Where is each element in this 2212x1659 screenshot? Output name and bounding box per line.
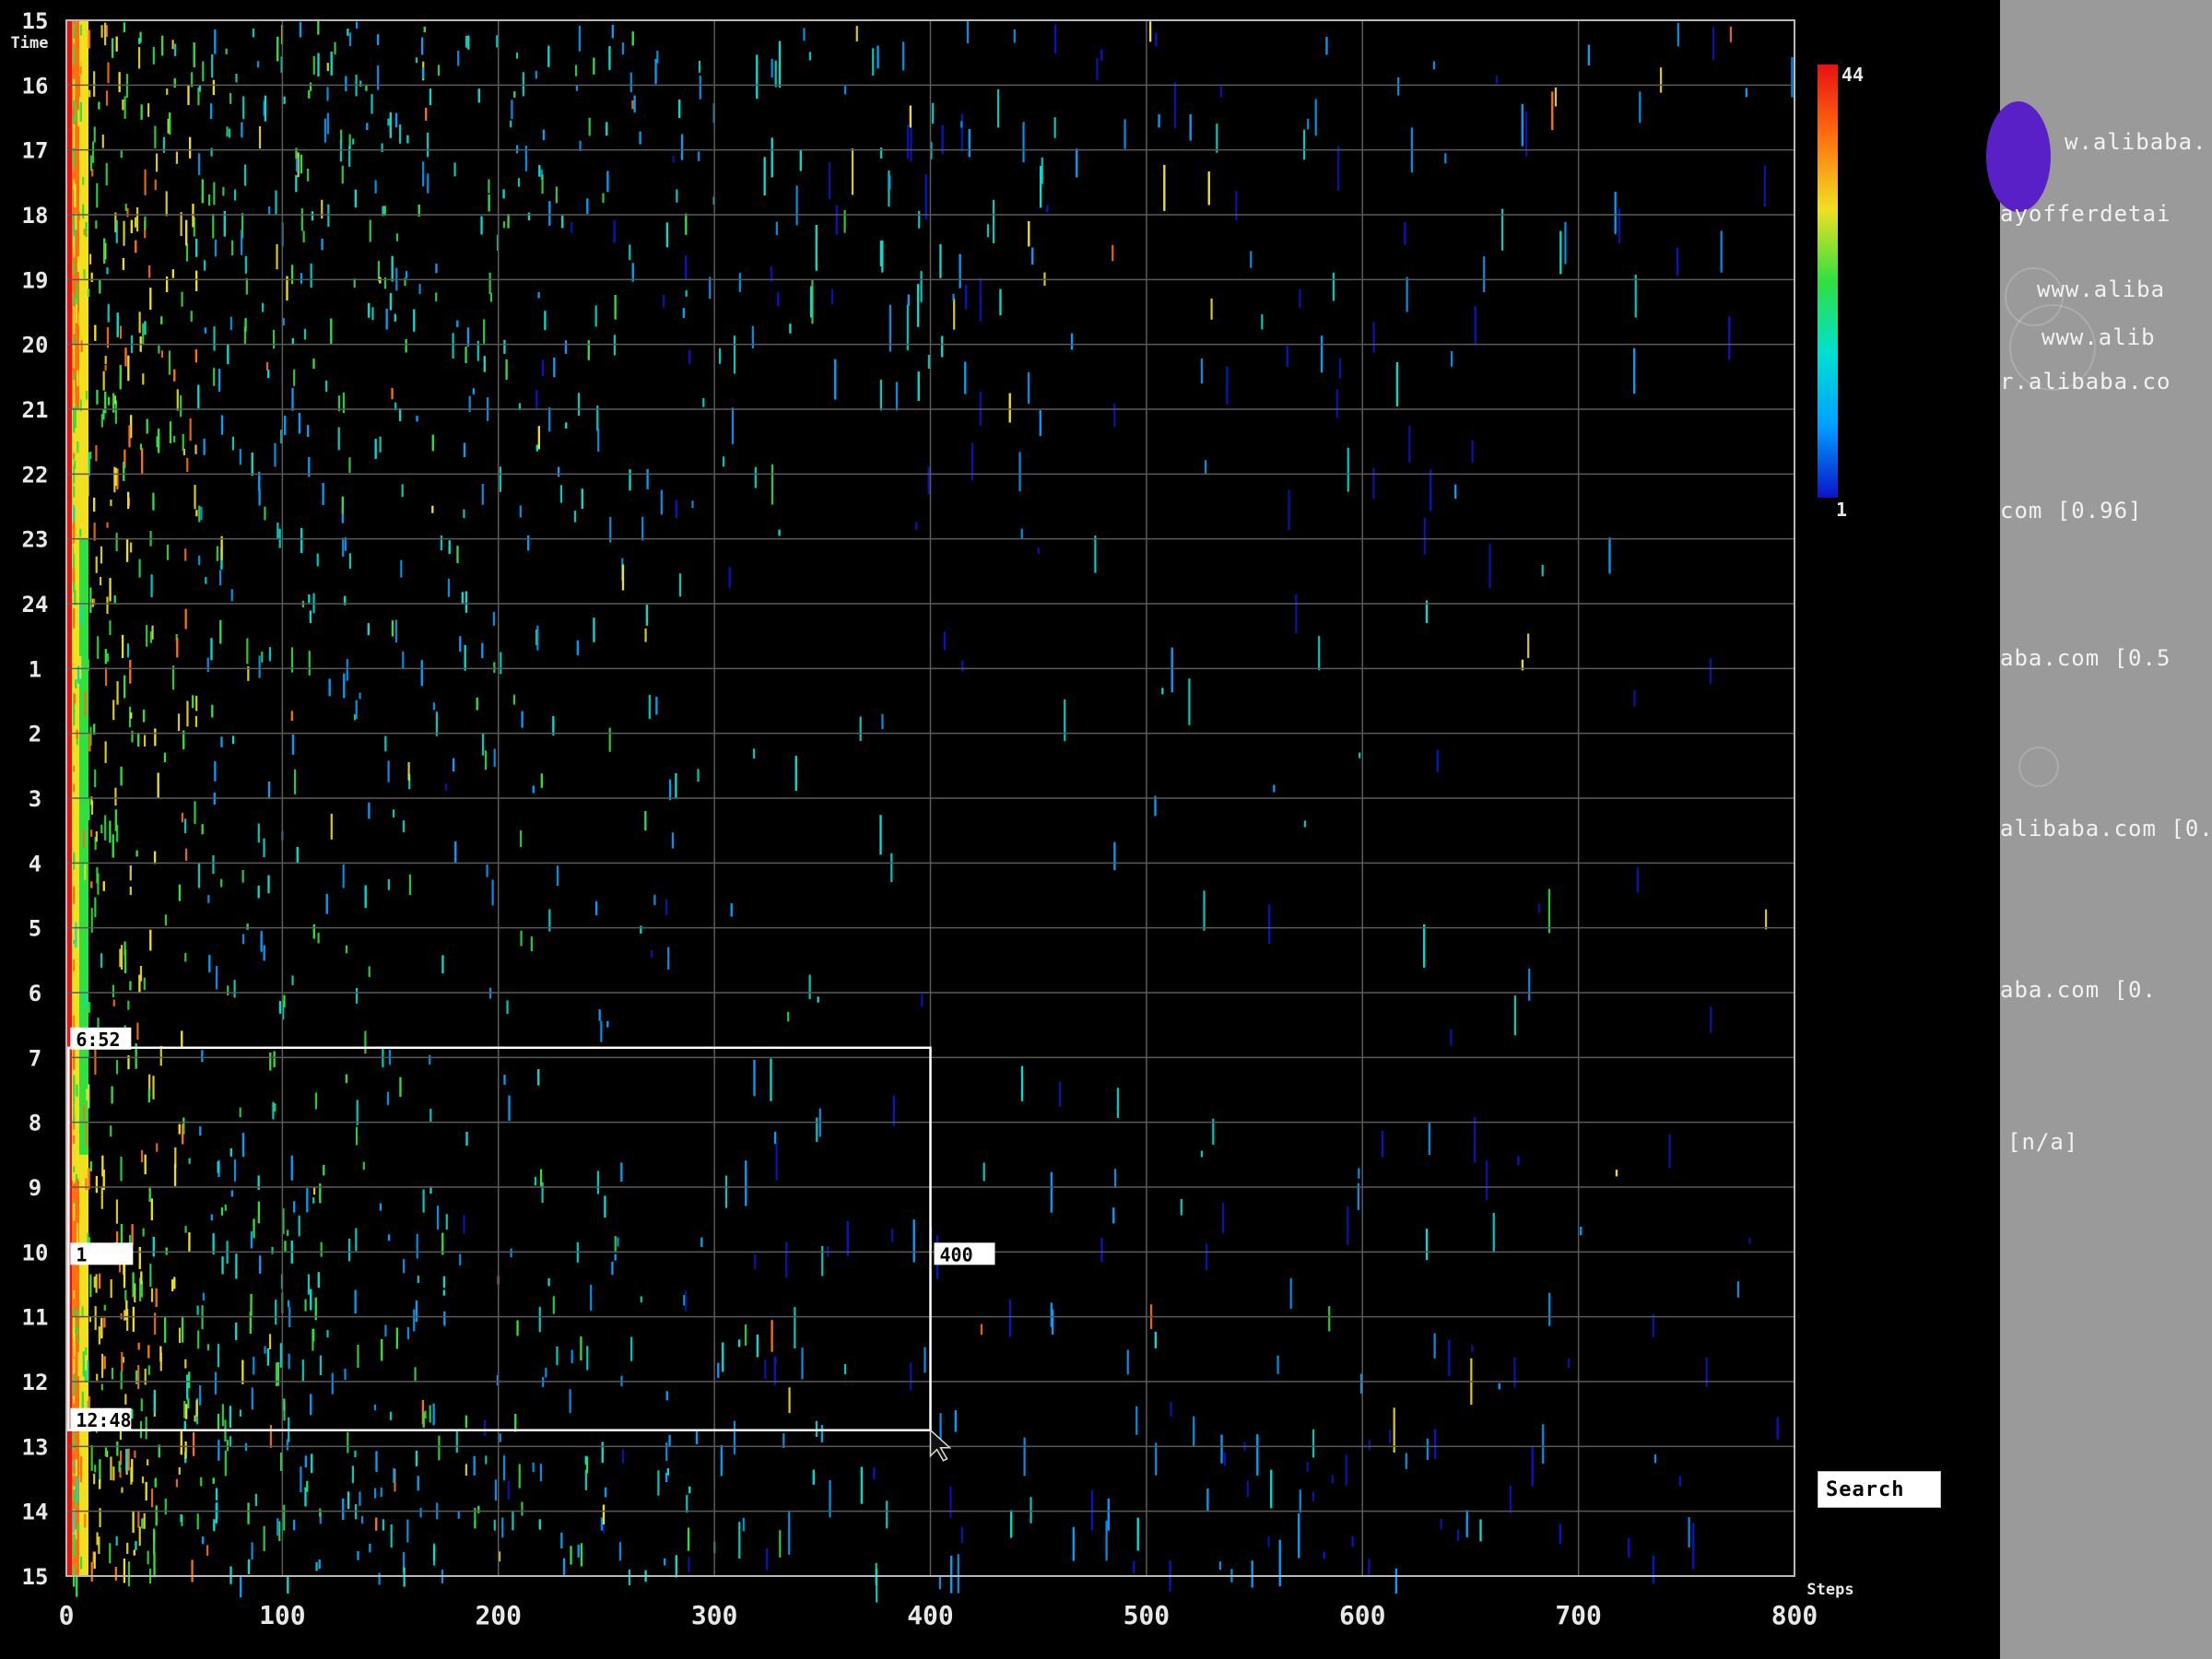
- y-tick-label: 19: [22, 267, 49, 293]
- y-tick-label: 18: [22, 203, 49, 229]
- y-tick-label: 13: [22, 1434, 49, 1460]
- y-tick-label: 16: [22, 73, 49, 99]
- side-panel-label[interactable]: aba.com [0.: [2000, 977, 2157, 1003]
- y-tick-label: 17: [22, 138, 49, 164]
- y-tick-label: 2: [29, 722, 41, 747]
- y-axis-title: Time: [11, 34, 49, 53]
- x-tick-label: 700: [1555, 1600, 1602, 1630]
- y-tick-label: 10: [22, 1240, 49, 1265]
- y-tick-label: 15: [22, 1564, 49, 1590]
- side-panel-label[interactable]: w.alibaba.: [2065, 129, 2207, 155]
- ghost-node-ring: [2009, 304, 2096, 391]
- x-tick-label: 600: [1339, 1600, 1386, 1630]
- y-tick-label: 22: [22, 462, 49, 488]
- colorbar-min-label: 1: [1836, 499, 1847, 521]
- y-tick-label: 21: [22, 397, 49, 423]
- heatmap-svg: 0 100 200 300 400 500 600 700 800151617181920212…: [11, 8, 1865, 1630]
- y-tick-label: 12: [22, 1370, 49, 1395]
- x-tick-label: 0: [59, 1600, 75, 1630]
- y-tick-label: 1: [29, 656, 41, 682]
- side-panel-label[interactable]: alibaba.com [0.60: [2000, 816, 2212, 841]
- selection-from-step-label: 1: [76, 1243, 87, 1265]
- y-tick-label: 24: [22, 592, 49, 618]
- side-panel-label[interactable]: com [0.96]: [2000, 498, 2143, 524]
- y-tick-label: 11: [22, 1305, 49, 1331]
- y-tick-label: 4: [29, 851, 41, 877]
- y-tick-label: 14: [22, 1500, 49, 1525]
- y-tick-label: 9: [29, 1175, 41, 1201]
- y-tick-label: 15: [22, 8, 49, 34]
- side-panel-label[interactable]: [n/a]: [2007, 1129, 2078, 1155]
- node-circle[interactable]: [1986, 101, 2051, 212]
- colorbar-max-label: 44: [1841, 64, 1864, 86]
- x-tick-label: 400: [907, 1600, 954, 1630]
- x-tick-label: 500: [1124, 1600, 1171, 1630]
- x-tick-label: 800: [1771, 1600, 1818, 1630]
- search-button[interactable]: Search: [1818, 1471, 1941, 1508]
- y-tick-label: 8: [29, 1111, 41, 1136]
- y-tick-label: 3: [29, 786, 41, 812]
- y-tick-label: 6: [29, 981, 41, 1006]
- x-tick-label: 200: [475, 1600, 522, 1630]
- selection-start-time-label: 6:52: [76, 1029, 120, 1051]
- y-tick-label: 23: [22, 527, 49, 553]
- x-tick-label: 300: [691, 1600, 738, 1630]
- ghost-node-ring: [2018, 747, 2059, 787]
- y-tick-label: 20: [22, 333, 49, 359]
- selection-to-step-label: 400: [940, 1243, 973, 1265]
- y-tick-label: 7: [29, 1045, 41, 1071]
- selection-end-time-label: 12:48: [76, 1409, 131, 1431]
- side-panel-label[interactable]: ayofferdetai: [2000, 201, 2171, 227]
- heatmap-chart[interactable]: 0 100 200 300 400 500 600 700 800 15 16 17 18 19 20 21 2…: [0, 0, 2000, 1659]
- x-axis-title: Steps: [1806, 1581, 1853, 1599]
- colorbar: [1818, 65, 1838, 498]
- x-tick-label: 100: [259, 1600, 306, 1630]
- side-panel-label[interactable]: aba.com [0.5: [2000, 645, 2171, 671]
- y-tick-label: 5: [29, 916, 41, 942]
